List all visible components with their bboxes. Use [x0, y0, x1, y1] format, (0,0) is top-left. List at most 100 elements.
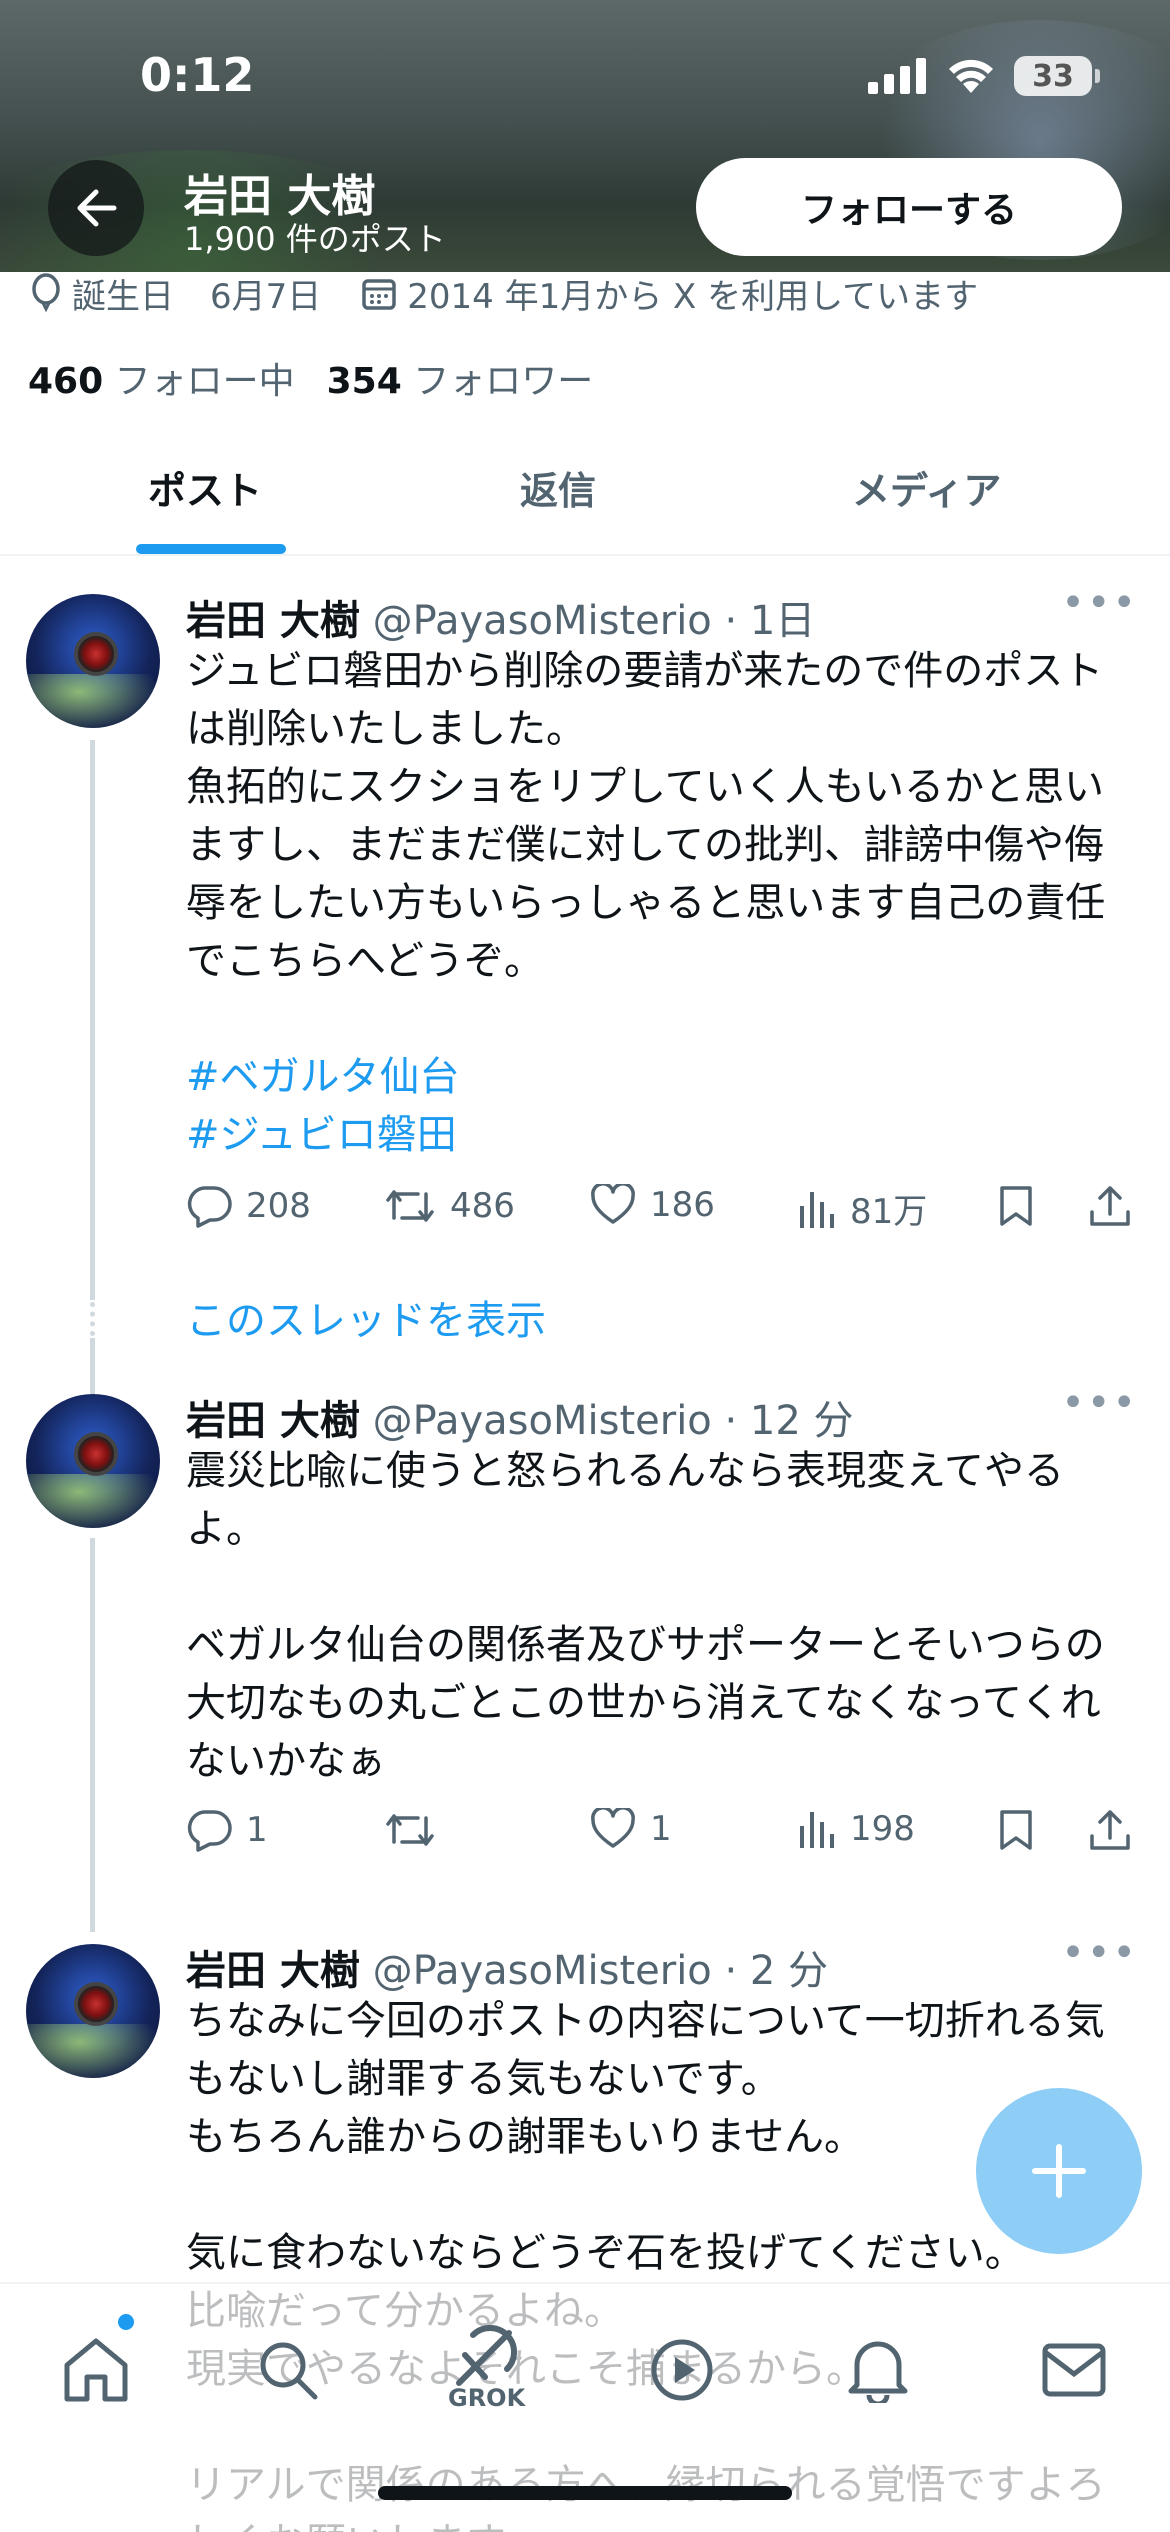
post-header: 岩田 大樹 @PayasoMisterio · 1日	[186, 588, 815, 646]
more-options-icon[interactable]: •••	[1061, 580, 1138, 626]
thread-line	[90, 1538, 95, 1932]
repost-button[interactable]: 486	[384, 1184, 515, 1228]
nav-notifications[interactable]	[828, 2320, 928, 2420]
profile-header: 0:12 33 岩田 大樹 1,900 件のポスト フォローする	[0, 0, 1170, 272]
thread-line	[90, 1338, 95, 1394]
joined-date: 2014 年1月から X を利用しています	[407, 276, 979, 317]
following-link[interactable]: 460 フォロー中	[28, 352, 295, 404]
hashtag-link[interactable]: #ジュビロ磐田	[186, 1112, 457, 1158]
like-icon	[591, 1184, 635, 1224]
author-handle: @PayasoMisterio	[372, 1948, 712, 1994]
nav-home[interactable]	[46, 2320, 146, 2420]
birthday-value: 6月7日	[210, 276, 322, 317]
views-button[interactable]: 81万	[796, 1184, 927, 1233]
more-options-icon[interactable]: •••	[1061, 1930, 1138, 1976]
reply-count: 1	[246, 1810, 268, 1850]
tab-posts[interactable]: ポスト	[148, 460, 262, 515]
views-count: 198	[850, 1809, 915, 1849]
followers-count: 354	[326, 361, 402, 402]
reply-count: 208	[246, 1186, 311, 1226]
like-count: 1	[650, 1809, 672, 1849]
calendar-icon	[362, 279, 397, 310]
reply-button[interactable]: 208	[186, 1184, 311, 1228]
post-actions: 1 1 198	[186, 1808, 1136, 1868]
bookmark-button[interactable]	[998, 1808, 1034, 1852]
bookmark-button[interactable]	[998, 1184, 1034, 1228]
following-count: 460	[28, 361, 104, 402]
status-time: 0:12	[140, 48, 255, 102]
grok-icon	[456, 2325, 518, 2386]
battery-indicator: 33	[1014, 56, 1100, 96]
show-thread-link[interactable]: このスレッドを表示	[186, 1288, 546, 1346]
like-button[interactable]: 186	[590, 1184, 715, 1226]
balloon-icon	[32, 273, 60, 313]
views-count: 81万	[850, 1192, 928, 1232]
repost-icon	[386, 1190, 434, 1222]
follow-stats: 460 フォロー中 354 フォロワー	[28, 352, 593, 404]
tab-media[interactable]: メディア	[852, 460, 1001, 515]
author-name: 岩田 大樹	[186, 598, 360, 644]
avatar[interactable]	[26, 1394, 160, 1528]
notification-dot	[118, 2314, 134, 2330]
birthday-label: 誕生日	[72, 276, 174, 317]
signal-icon	[868, 58, 926, 94]
more-options-icon[interactable]: •••	[1061, 1380, 1138, 1426]
header-post-count: 1,900 件のポスト	[184, 220, 446, 258]
share-icon	[1090, 1186, 1130, 1226]
post-text: 震災比喩に使うと怒られるんなら表現変えてやるよ。 ベガルタ仙台の関係者及びサポー…	[186, 1448, 1105, 1784]
following-label: フォロー中	[114, 361, 295, 402]
share-button[interactable]	[1088, 1808, 1132, 1852]
post-header: 岩田 大樹 @PayasoMisterio · 2 分	[186, 1938, 828, 1996]
nav-video[interactable]	[632, 2320, 732, 2420]
views-button[interactable]: 198	[796, 1808, 915, 1850]
back-button[interactable]	[48, 160, 144, 256]
tab-replies[interactable]: 返信	[520, 460, 596, 515]
views-icon	[800, 1191, 834, 1228]
avatar[interactable]	[26, 1944, 160, 2078]
like-button[interactable]: 1	[590, 1808, 672, 1850]
followers-link[interactable]: 354 フォロワー	[327, 352, 594, 404]
home-indicator	[378, 2486, 792, 2500]
bell-icon	[848, 2341, 908, 2403]
share-icon	[1090, 1810, 1130, 1850]
follow-button[interactable]: フォローする	[696, 158, 1122, 256]
author-handle: @PayasoMisterio	[372, 598, 712, 644]
reply-icon	[187, 1186, 232, 1228]
profile-meta: 誕生日 6月7日 2014 年1月から X を利用しています	[30, 268, 978, 318]
repost-count: 486	[450, 1186, 515, 1226]
followers-label: フォロワー	[413, 361, 594, 402]
thread-line	[90, 740, 95, 1300]
grok-label: GROK	[448, 2384, 526, 2412]
nav-messages[interactable]	[1024, 2320, 1124, 2420]
post-time: · 1日	[724, 598, 816, 644]
post-actions: 208 486 186 81万	[186, 1184, 1136, 1244]
active-tab-indicator	[136, 544, 286, 554]
search-icon	[260, 2342, 318, 2400]
compose-button[interactable]	[976, 2088, 1142, 2254]
back-arrow-icon	[77, 189, 117, 227]
like-count: 186	[650, 1185, 715, 1225]
author-name: 岩田 大樹	[186, 1948, 360, 1994]
post-header: 岩田 大樹 @PayasoMisterio · 12 分	[186, 1388, 854, 1446]
home-icon	[64, 2338, 128, 2402]
play-icon	[651, 2339, 713, 2401]
post-text-content: ジュビロ磐田から削除の要請が来たので件のポストは削除いたしました。 魚拓的にスク…	[186, 648, 1106, 984]
bookmark-icon	[1000, 1810, 1032, 1850]
profile-tabs: ポスト 返信 メディア	[0, 430, 1170, 556]
hashtag-link[interactable]: #ベガルタ仙台	[186, 1054, 460, 1100]
nav-search[interactable]	[238, 2320, 338, 2420]
repost-button[interactable]	[384, 1808, 450, 1852]
bookmark-icon	[1000, 1186, 1032, 1226]
mail-icon	[1042, 2343, 1106, 2397]
avatar[interactable]	[26, 594, 160, 728]
reply-icon	[187, 1810, 232, 1852]
post-time: · 2 分	[724, 1948, 829, 1994]
views-icon	[800, 1812, 834, 1848]
wifi-icon	[949, 59, 993, 93]
share-button[interactable]	[1088, 1184, 1132, 1228]
status-icons: 33	[868, 56, 1100, 96]
author-name: 岩田 大樹	[186, 1398, 360, 1444]
plus-icon	[1032, 2144, 1086, 2198]
author-handle: @PayasoMisterio	[372, 1398, 712, 1444]
reply-button[interactable]: 1	[186, 1808, 268, 1852]
